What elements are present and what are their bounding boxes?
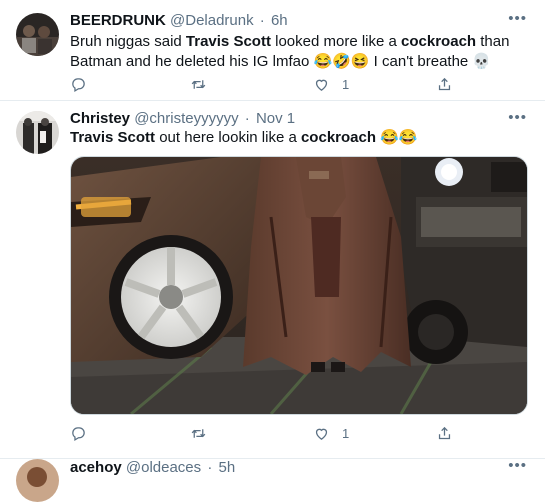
share-button[interactable] (436, 74, 453, 94)
avatar[interactable] (16, 459, 59, 502)
tweet-text-bold: Travis Scott (185, 33, 271, 50)
avatar[interactable] (16, 111, 59, 154)
share-icon (438, 426, 451, 439)
more-icon[interactable]: ••• (508, 109, 527, 126)
action-bar: 1 (70, 74, 460, 94)
share-button[interactable] (436, 423, 453, 443)
like-count: 1 (342, 76, 350, 92)
timestamp[interactable]: 5h (219, 459, 236, 476)
reply-icon (72, 426, 85, 441)
display-name[interactable]: BEERDRUNK (70, 12, 166, 29)
user-handle[interactable]: @christeyyyyyy (134, 110, 238, 127)
tweet-header: acehoy @oldeaces · 5h (70, 459, 235, 477)
timestamp[interactable]: 6h (271, 12, 288, 29)
tweet-text: Bruh niggas said Travis Scott looked mor… (70, 32, 530, 72)
retweet-button[interactable] (190, 423, 207, 443)
separator-dot: · (244, 110, 250, 127)
separator-dot: · (207, 459, 213, 476)
tweet-text-part: Bruh niggas said (70, 33, 186, 50)
display-name[interactable]: Christey (70, 110, 130, 127)
tweet-header: BEERDRUNK @Deladrunk · 6h (70, 12, 288, 30)
retweet-icon (191, 79, 206, 89)
reply-button[interactable] (70, 74, 87, 94)
reply-icon (72, 77, 85, 92)
reply-button[interactable] (70, 423, 87, 443)
like-count: 1 (342, 425, 350, 441)
tweet[interactable]: BEERDRUNK @Deladrunk · 6h ••• Bruh nigga… (0, 0, 545, 101)
retweet-button[interactable] (190, 74, 207, 94)
display-name[interactable]: acehoy (70, 459, 122, 476)
user-handle[interactable]: @oldeaces (126, 459, 201, 476)
tweet-text-part: out here lookin like a (155, 129, 301, 146)
share-icon (438, 77, 451, 90)
more-icon[interactable]: ••• (508, 457, 527, 474)
tweet-text-bold: Travis Scott (70, 129, 156, 146)
tweet-text-bold: cockroach (300, 129, 377, 146)
avatar[interactable] (16, 13, 59, 56)
tweet-text-part: looked more like a (270, 33, 402, 50)
user-handle[interactable]: @Deladrunk (170, 12, 254, 29)
more-icon[interactable]: ••• (508, 10, 527, 27)
tweet-text: Travis Scott out here lookin like a cock… (70, 128, 530, 148)
like-button[interactable]: 1 (313, 74, 349, 94)
timestamp[interactable]: Nov 1 (256, 110, 295, 127)
tweet[interactable]: Christey @christeyyyyyy · Nov 1 ••• Trav… (0, 101, 545, 459)
tweet[interactable]: acehoy @oldeaces · 5h ••• (0, 457, 545, 502)
tweet-photo[interactable] (70, 156, 528, 415)
tweet-text-part: 😂😂 (376, 129, 418, 146)
retweet-icon (191, 428, 206, 438)
like-icon (315, 79, 328, 91)
action-bar: 1 (70, 423, 460, 443)
like-icon (315, 428, 328, 440)
like-button[interactable]: 1 (313, 423, 349, 443)
tweet-header: Christey @christeyyyyyy · Nov 1 (70, 110, 295, 128)
tweet-text-bold: cockroach (401, 33, 477, 50)
separator-dot: · (259, 12, 265, 29)
